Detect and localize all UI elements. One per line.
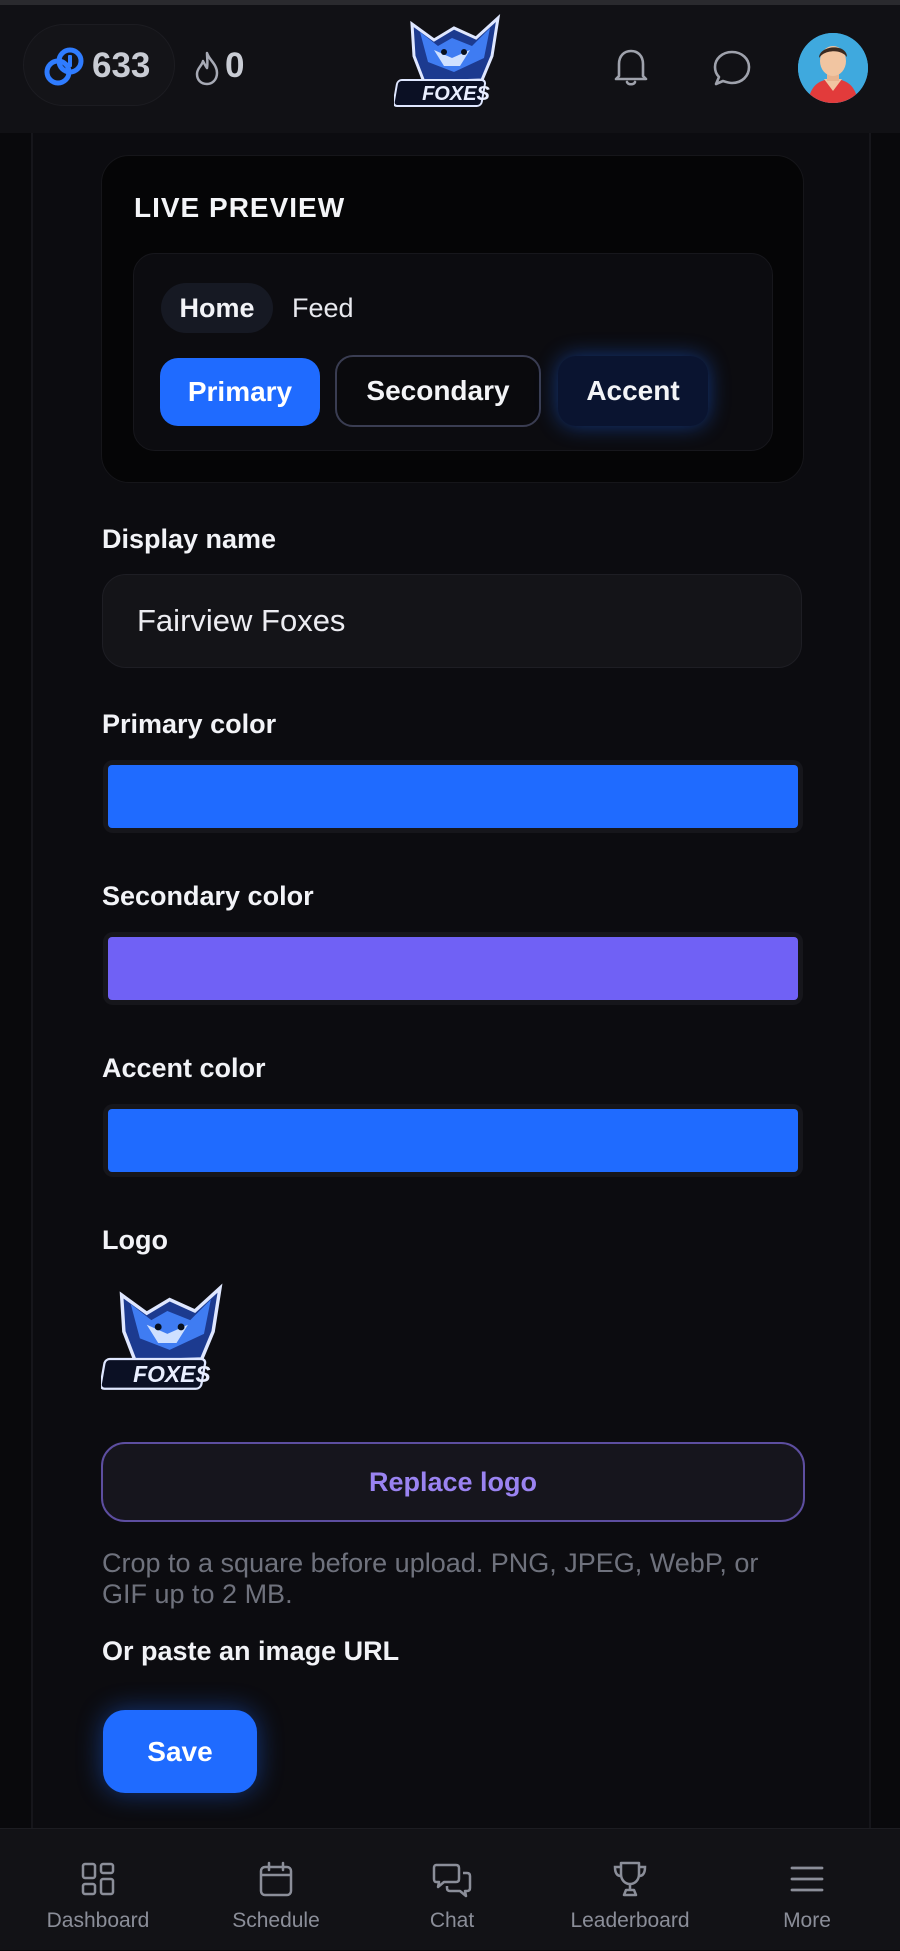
coins-count: 633 [92,46,151,85]
logo-label: Logo [102,1225,168,1255]
dashboard-icon [81,1862,115,1896]
svg-text:FOXES: FOXES [422,83,490,105]
nav-label: Chat [429,1909,475,1932]
flame-icon [195,51,219,86]
nav-label: Leaderboard [570,1909,690,1932]
svg-text:FOXES: FOXES [133,1361,211,1387]
nav-leaderboard[interactable]: Leaderboard [550,1829,710,1951]
messages-icon[interactable] [711,47,753,89]
live-preview-title: LIVE PREVIEW [134,192,346,223]
nav-label: Dashboard [46,1909,150,1932]
preview-tab-home[interactable]: Home [161,283,273,333]
secondary-color-picker[interactable] [103,932,803,1005]
image-url-link[interactable]: Or paste an image URL [102,1636,399,1667]
accent-color-label: Accent color [102,1053,266,1083]
accent-color-swatch [108,1109,798,1172]
secondary-color-swatch [108,937,798,1000]
calendar-icon [259,1861,293,1897]
secondary-color-label: Secondary color [102,881,314,911]
primary-color-swatch [108,765,798,828]
nav-label: More [783,1909,831,1932]
nav-more[interactable]: More [727,1829,887,1951]
preview-accent-button[interactable]: Accent [558,356,708,426]
preview-tab-feed[interactable]: Feed [292,283,354,333]
display-name-input[interactable]: Fairview Foxes [102,574,802,668]
accent-color-picker[interactable] [103,1104,803,1177]
display-name-label: Display name [102,524,277,554]
preview-primary-button[interactable]: Primary [160,358,320,426]
streak-count: 0 [225,46,245,85]
preview-secondary-button[interactable]: Secondary [335,355,541,427]
chat-icon [432,1863,472,1898]
logo-preview-image: FOXES [101,1283,223,1390]
nav-schedule[interactable]: Schedule [196,1829,356,1951]
trophy-icon [613,1861,647,1897]
bottom-nav: Dashboard Schedule Chat Leaderboard More [0,1828,900,1950]
logo-help-text: Crop to a square before upload. PNG, JPE… [102,1548,759,1609]
user-avatar[interactable] [798,33,868,103]
save-button[interactable]: Save [103,1710,257,1793]
nav-dashboard[interactable]: Dashboard [18,1829,178,1951]
replace-logo-button[interactable]: Replace logo [101,1442,805,1522]
primary-color-label: Primary color [102,709,277,739]
bell-icon[interactable] [611,45,651,89]
nav-chat[interactable]: Chat [372,1829,532,1951]
coins-icon [44,47,84,86]
primary-color-picker[interactable] [103,760,803,833]
menu-icon [790,1866,824,1892]
team-logo[interactable]: FOXES [394,10,512,122]
content-border-right [869,133,871,1828]
nav-label: Schedule [232,1909,320,1932]
